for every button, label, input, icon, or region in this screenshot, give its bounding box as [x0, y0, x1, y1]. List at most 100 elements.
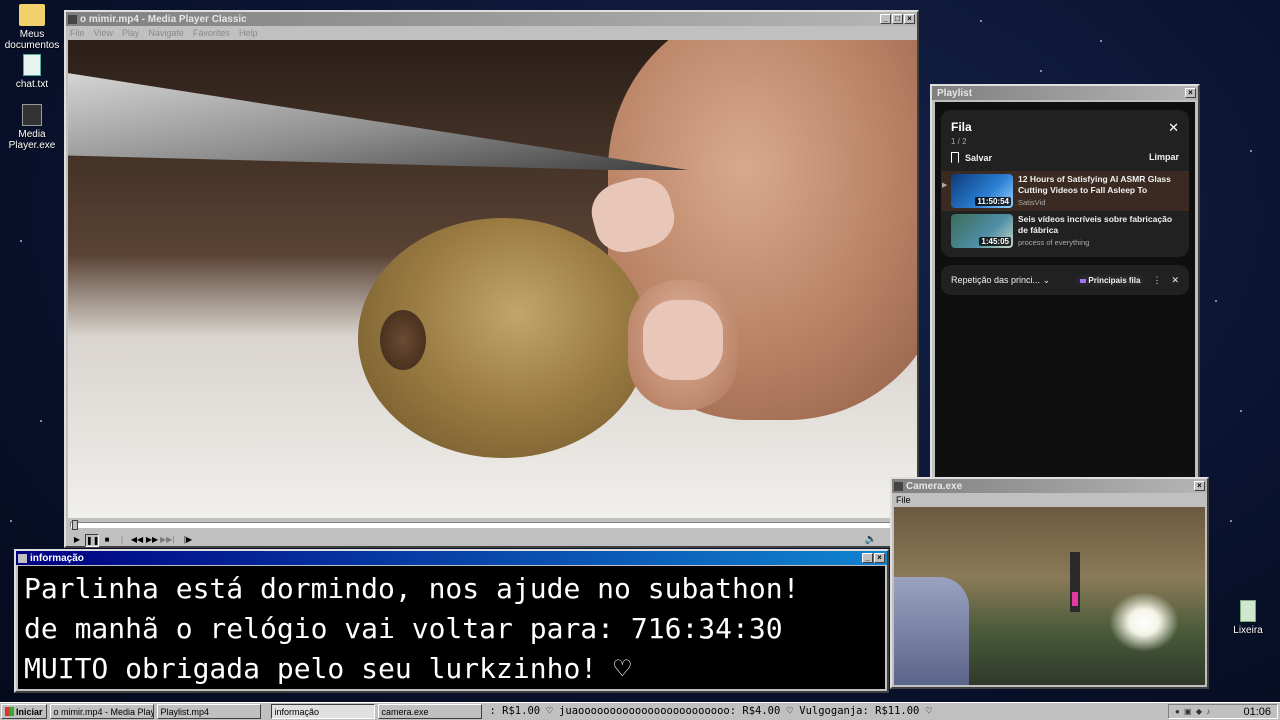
- stop-button[interactable]: ■: [100, 534, 114, 547]
- window-title: Camera.exe: [906, 480, 963, 492]
- folder-icon: [19, 4, 45, 26]
- taskbar-item-media-player[interactable]: o mimir.mp4 - Media Playe...: [49, 704, 154, 719]
- playlist-window[interactable]: Playlist × Fila 1 / 2 ✕ Salvar Limpar ▶ …: [930, 84, 1200, 484]
- seek-bar[interactable]: [70, 520, 915, 530]
- save-button[interactable]: Salvar: [951, 152, 992, 163]
- more-options-icon[interactable]: ⋮: [1152, 275, 1161, 286]
- video-title: Seis vídeos incríveis sobre fabricação d…: [1018, 214, 1173, 235]
- taskbar-item-label: informação: [274, 706, 320, 717]
- video-duration: 1:45:05: [979, 237, 1011, 246]
- pause-button[interactable]: ❚❚: [85, 533, 99, 547]
- next-button[interactable]: ▶▶|: [160, 534, 174, 547]
- desktop-icon-label: Lixeira: [1233, 625, 1263, 636]
- queue-pill[interactable]: Principais fila: [1076, 274, 1145, 286]
- taskbar-item-playlist[interactable]: Playlist.mp4: [156, 704, 261, 719]
- info-window[interactable]: informação _ × Parlinha está dormindo, n…: [14, 549, 889, 693]
- app-icon: [18, 553, 27, 563]
- taskbar-item-info[interactable]: informação: [270, 704, 375, 719]
- desktop-icon-recycle-bin[interactable]: Lixeira: [1216, 600, 1280, 636]
- forward-button[interactable]: ▶▶: [145, 534, 159, 547]
- queue-count: 1 / 2: [951, 137, 967, 146]
- frame-step-button[interactable]: |▶: [181, 534, 195, 547]
- desktop-icon-label: chat.txt: [15, 79, 49, 90]
- close-icon[interactable]: ✕: [1171, 275, 1179, 286]
- minimize-button[interactable]: _: [862, 553, 873, 563]
- close-button[interactable]: ×: [1185, 88, 1196, 98]
- playback-controls: ▶ ❚❚ ■ |◀◀ ◀◀ ▶▶ ▶▶| |▶: [70, 533, 196, 556]
- info-text-area: Parlinha está dormindo, nos ajude no sub…: [18, 566, 885, 689]
- desktop-icon-chat[interactable]: chat.txt: [0, 54, 64, 90]
- loop-dropdown[interactable]: Repetição das princi... ⌄: [951, 275, 1076, 286]
- maximize-button[interactable]: □: [892, 14, 903, 24]
- camera-pink-light: [1072, 592, 1078, 606]
- window-title: o mimir.mp4 - Media Player Classic: [80, 13, 247, 25]
- window-title: Playlist: [937, 87, 973, 99]
- rewind-button[interactable]: ◀◀: [130, 534, 144, 547]
- taskbar-item-label: o mimir.mp4 - Media Playe...: [53, 706, 154, 717]
- app-icon: [894, 481, 903, 491]
- close-icon[interactable]: ✕: [1168, 120, 1179, 136]
- windows-logo-icon: [5, 707, 14, 716]
- close-button[interactable]: ×: [874, 553, 885, 563]
- previous-button[interactable]: |◀◀: [115, 534, 129, 556]
- app-icon: [68, 14, 77, 24]
- menu-file[interactable]: File: [70, 28, 85, 38]
- video-finger-nail: [643, 300, 723, 380]
- close-button[interactable]: ×: [1194, 481, 1205, 491]
- save-label: Salvar: [965, 152, 993, 163]
- minimize-button[interactable]: _: [880, 14, 891, 24]
- camera-titlebar[interactable]: Camera.exe ×: [892, 479, 1207, 493]
- video-title: 12 Hours of Satisfying AI ASMR Glass Cut…: [1018, 174, 1171, 195]
- volume-icon[interactable]: 🔈: [865, 534, 877, 545]
- playlist-icon: [1080, 278, 1087, 283]
- taskbar-item-label: Playlist.mp4: [160, 706, 210, 717]
- playlist-titlebar[interactable]: Playlist ×: [932, 86, 1198, 100]
- camera-bed: [894, 577, 969, 685]
- menu-navigate[interactable]: Navigate: [148, 28, 184, 38]
- video-thumbnail: 11:50:54: [951, 174, 1013, 208]
- start-button[interactable]: Iniciar: [1, 704, 47, 719]
- video-knife: [68, 70, 688, 170]
- info-line: Parlinha está dormindo, nos ajude no sub…: [24, 572, 800, 605]
- now-playing-icon: ▶: [942, 182, 948, 189]
- menu-help[interactable]: Help: [239, 28, 258, 38]
- media-player-titlebar[interactable]: o mimir.mp4 - Media Player Classic _ □ ×: [66, 12, 917, 26]
- taskbar-item-camera[interactable]: camera.exe: [377, 704, 482, 719]
- menu-play[interactable]: Play: [122, 28, 140, 38]
- chevron-down-icon: ⌄: [1042, 274, 1051, 285]
- queue-item[interactable]: ▶ 11:50:54 12 Hours of Satisfying AI ASM…: [941, 171, 1189, 211]
- video-channel: process of everything: [1018, 238, 1090, 247]
- donation-ticker: : R$1.00 ♡ juaoooooooooooooooooooooooo: …: [489, 705, 933, 717]
- info-line: MUITO obrigada pelo seu lurkzinho! ♡: [24, 652, 631, 685]
- menu-favorites[interactable]: Favorites: [193, 28, 230, 38]
- camera-feed: [894, 507, 1205, 685]
- video-frame[interactable]: [68, 40, 917, 518]
- play-button[interactable]: ▶: [70, 534, 84, 547]
- media-player-window[interactable]: o mimir.mp4 - Media Player Classic _ □ ×…: [64, 10, 919, 556]
- pill-label: Principais fila: [1088, 275, 1141, 285]
- info-line: de manhã o relógio vai voltar para: 716:…: [24, 612, 783, 645]
- clear-button[interactable]: Limpar: [1149, 152, 1179, 163]
- camera-window[interactable]: Camera.exe × File: [890, 477, 1209, 689]
- playlist-panel: Fila 1 / 2 ✕ Salvar Limpar ▶ 11:50:54 12…: [935, 102, 1195, 479]
- media-player-icon: [22, 104, 42, 126]
- recycle-bin-icon: [1240, 600, 1256, 622]
- text-file-icon: [23, 54, 41, 76]
- queue-card: Fila 1 / 2 ✕ Salvar Limpar ▶ 11:50:54 12…: [941, 110, 1189, 257]
- info-titlebar[interactable]: informação _ ×: [16, 551, 887, 565]
- start-label: Iniciar: [16, 706, 43, 717]
- window-title: informação: [30, 552, 84, 564]
- queue-item[interactable]: 1:45:05 Seis vídeos incríveis sobre fabr…: [941, 211, 1189, 251]
- taskbar: Iniciar o mimir.mp4 - Media Playe... Pla…: [0, 702, 1280, 720]
- video-kiwi-tip: [380, 310, 426, 370]
- seek-thumb[interactable]: [72, 520, 78, 530]
- menu-view[interactable]: View: [94, 28, 113, 38]
- desktop-icon-media-player[interactable]: Media Player.exe: [0, 104, 64, 151]
- menu-file[interactable]: File: [896, 495, 911, 505]
- media-player-menubar: File View Play Navigate Favorites Help: [66, 26, 917, 40]
- clock: 01:06: [1243, 705, 1271, 718]
- desktop-icon-my-documents[interactable]: Meus documentos: [0, 4, 64, 51]
- close-button[interactable]: ×: [904, 14, 915, 24]
- tray-icons[interactable]: ● ▣ ◆ ♪: [1175, 707, 1211, 716]
- camera-bright-light: [1109, 592, 1179, 652]
